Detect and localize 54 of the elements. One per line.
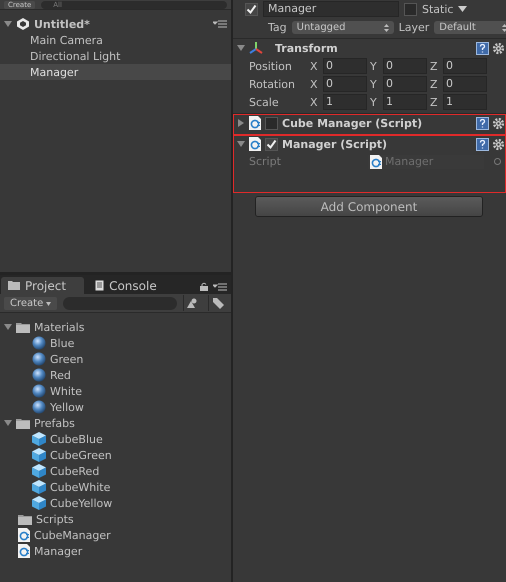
number-field[interactable]: 1 [443,94,487,110]
number-field[interactable]: 0 [443,76,487,92]
axis-label: X [310,96,319,108]
name-field[interactable]: Manager [263,1,399,17]
axis-label: Y [370,78,378,90]
add-component-button[interactable]: Add Component [255,196,483,217]
panel-tab[interactable]: Project [1,277,84,294]
number-field[interactable]: 1 [383,94,427,110]
asset-item[interactable]: Materials [34,320,84,334]
axis-label: X [310,60,319,72]
static-label: Static [422,2,454,16]
property-label: Rotation [249,78,296,90]
asset-item[interactable]: Manager [34,544,82,558]
hierarchy-item[interactable]: Manager [0,64,231,80]
scene-name[interactable]: Untitled* [34,18,90,30]
layer-dropdown[interactable]: Default [434,21,506,34]
asset-item[interactable]: CubeRed [50,464,100,478]
asset-item[interactable]: Blue [50,336,74,350]
component-title: Cube Manager (Script) [282,116,422,130]
property-label: Scale [249,96,280,108]
asset-item[interactable]: Green [50,352,84,366]
asset-item[interactable]: CubeYellow [50,496,112,510]
axis-label: X [310,78,319,90]
axis-label: Z [430,96,439,108]
asset-item[interactable]: CubeGreen [50,448,112,462]
tag-label: Tag [268,21,287,34]
component-title: Manager (Script) [282,138,388,150]
create-button[interactable]: Create [4,296,58,310]
number-field[interactable]: 0 [383,58,427,74]
field-label: Script [249,155,282,168]
tag-dropdown[interactable]: Untagged [292,21,394,34]
asset-item[interactable]: CubeManager [34,528,111,542]
number-field[interactable]: 0 [383,76,427,92]
asset-item[interactable]: Scripts [36,512,74,526]
asset-item[interactable]: Prefabs [34,416,75,430]
property-label: Position [249,60,293,72]
asset-item[interactable]: Yellow [50,400,84,414]
component-title: Transform [275,42,338,54]
asset-item[interactable]: Red [50,368,71,382]
asset-item[interactable]: CubeWhite [50,480,110,494]
asset-item[interactable]: CubeBlue [50,432,103,446]
axis-label: Y [370,60,378,72]
layer-label: Layer [398,21,430,34]
axis-label: Z [430,60,439,72]
number-field[interactable]: 0 [323,76,367,92]
number-field[interactable]: 1 [323,94,367,110]
number-field[interactable]: 0 [443,58,487,74]
panel-tab[interactable]: Console [88,277,175,294]
axis-label: Y [370,96,378,108]
hierarchy-item[interactable]: Main Camera [0,32,231,48]
number-field[interactable]: 0 [323,58,367,74]
hierarchy-item[interactable]: Directional Light [0,48,231,64]
axis-label: Z [430,78,439,90]
asset-item[interactable]: White [50,384,82,398]
